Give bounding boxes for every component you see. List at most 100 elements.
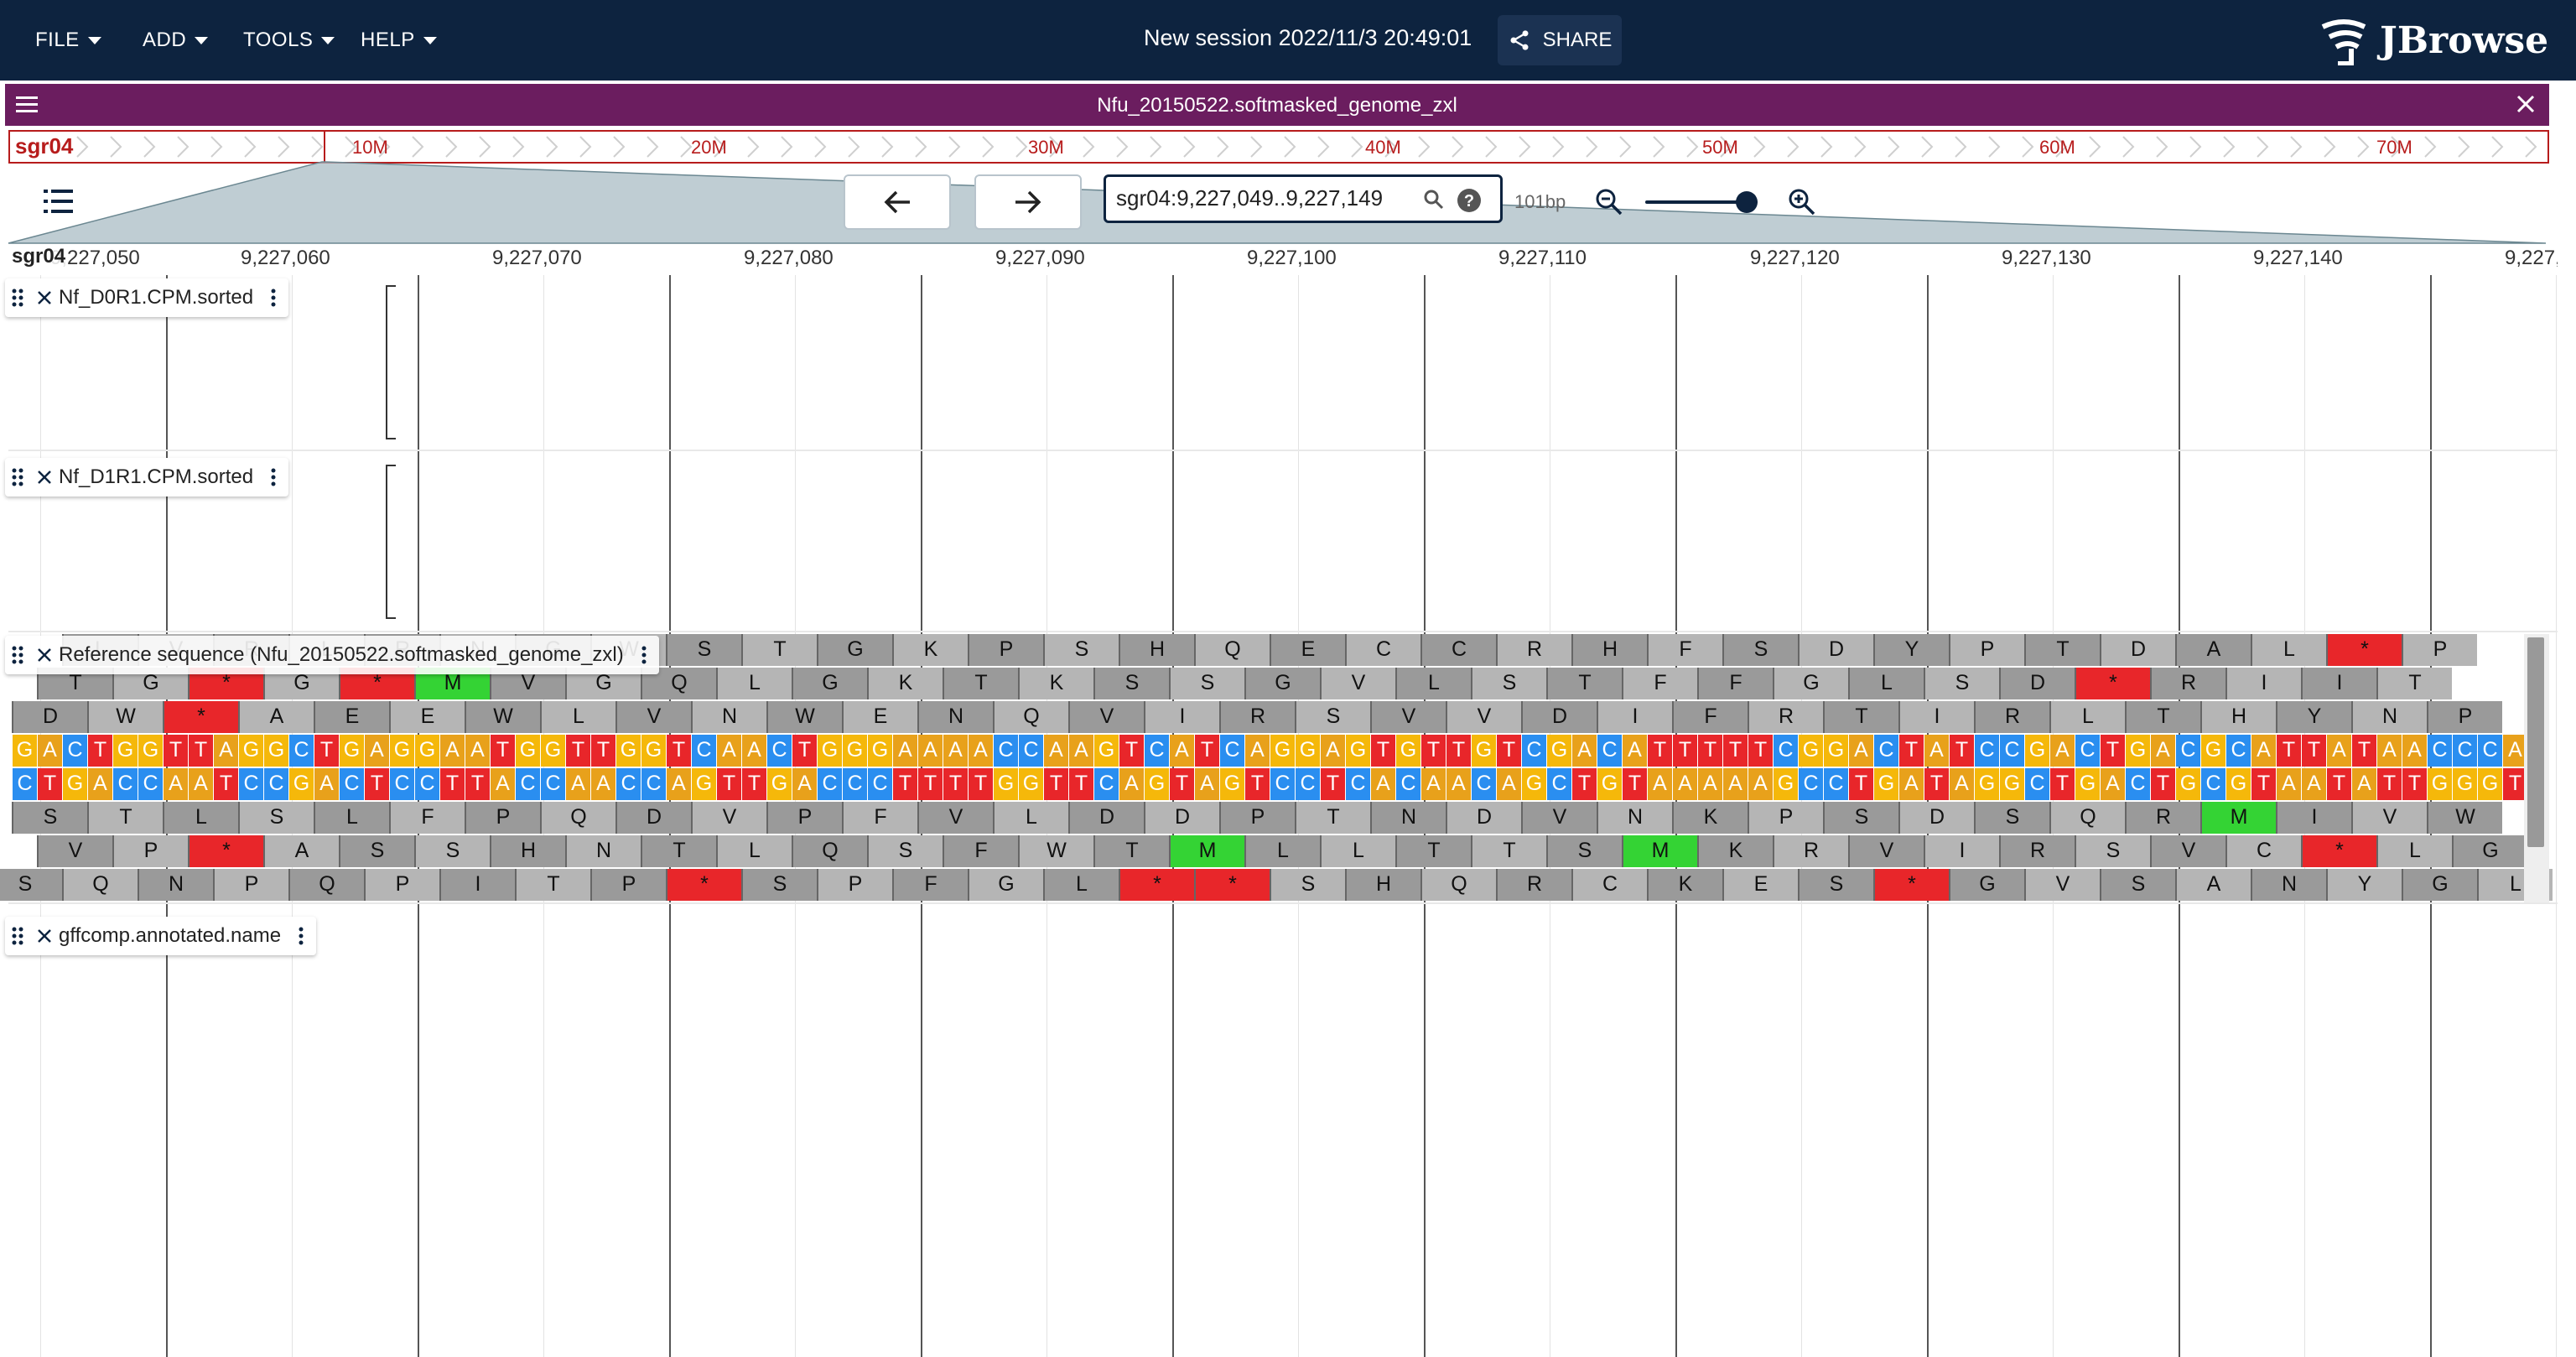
base-cell: C — [1345, 768, 1370, 800]
close-track-icon[interactable] — [30, 469, 59, 486]
base-cell: T — [1244, 768, 1270, 800]
ruler-label: 9,227,070 — [492, 247, 582, 269]
close-track-icon[interactable] — [30, 289, 59, 306]
amino-acid-cell: P — [968, 634, 1043, 666]
base-cell: A — [1748, 768, 1773, 800]
base-cell: C — [2427, 735, 2452, 767]
amino-acid-cell: R — [1496, 634, 1571, 666]
amino-acid-cell: G — [968, 869, 1043, 901]
amino-acid-cell: V — [1370, 701, 1446, 733]
base-cell: T — [1697, 735, 1722, 767]
amino-acid-cell: C — [1420, 634, 1496, 666]
drag-handle-icon[interactable] — [5, 646, 30, 664]
ruler-label: 9,227,080 — [744, 247, 834, 269]
base-cell: T — [2376, 768, 2402, 800]
drag-handle-icon[interactable] — [5, 289, 30, 307]
close-track-icon[interactable] — [30, 928, 59, 944]
base-cell: C — [993, 735, 1018, 767]
base-cell: C — [2225, 735, 2251, 767]
close-track-icon[interactable] — [30, 647, 59, 663]
amino-acid-cell: P — [2427, 701, 2502, 733]
amino-acid-cell: C — [1571, 869, 1647, 901]
amino-acid-cell: N — [2351, 701, 2427, 733]
drag-handle-icon[interactable] — [5, 468, 30, 486]
amino-acid-cell: I — [1898, 701, 1974, 733]
base-cell: C — [62, 735, 87, 767]
track-menu-icon[interactable] — [267, 289, 280, 307]
track-label-d0r1: Nf_D0R1.CPM.sorted — [5, 278, 289, 317]
locstring-search-box[interactable]: ? — [1104, 174, 1503, 223]
base-cell: G — [993, 768, 1018, 800]
track-menu-icon[interactable] — [267, 468, 280, 486]
track-menu-icon[interactable] — [294, 927, 308, 945]
base-cell: T — [2150, 768, 2175, 800]
zoom-out-icon[interactable] — [1595, 188, 1623, 216]
amino-acid-cell: V — [615, 701, 691, 733]
base-cell: A — [87, 768, 112, 800]
amino-acid-cell: S — [12, 802, 87, 834]
base-cell: A — [892, 735, 917, 767]
search-icon[interactable] — [1423, 189, 1445, 211]
base-cell: G — [1546, 735, 1571, 767]
amino-acid-cell: N — [2251, 869, 2326, 901]
base-cell: A — [2251, 735, 2276, 767]
base-cell: T — [892, 768, 917, 800]
amino-acid-cell: S — [1270, 869, 1345, 901]
track-selector-icon[interactable] — [44, 188, 74, 215]
base-cell: G — [691, 768, 716, 800]
amino-acid-cell: S — [0, 869, 62, 901]
amino-acid-cell: V — [1320, 668, 1395, 699]
base-cell: A — [1043, 735, 1068, 767]
pan-left-button[interactable] — [844, 174, 951, 230]
base-cell: A — [1848, 735, 1873, 767]
amino-acid-cell: W — [766, 701, 842, 733]
minor-gridline — [2556, 275, 2557, 1357]
amino-acid-cell: F — [1647, 634, 1722, 666]
base-cell: T — [1320, 768, 1345, 800]
pan-right-button[interactable] — [974, 174, 1082, 230]
ruler-label: 9,227,150 — [2505, 247, 2558, 269]
track-label-gffcomp: gffcomp.annotated.name — [5, 917, 317, 955]
amino-acid-cell: T — [1823, 701, 1898, 733]
base-cell: T — [1672, 735, 1697, 767]
zoom-slider-thumb[interactable] — [1735, 191, 1758, 213]
base-cell: A — [1320, 735, 1345, 767]
base-cell: A — [2301, 768, 2326, 800]
base-cell: A — [2276, 768, 2301, 800]
base-cell: T — [465, 768, 490, 800]
amino-acid-cell: S — [867, 835, 943, 867]
amino-acid-cell: E — [1270, 634, 1345, 666]
sequence-track-scrollbar-thumb[interactable] — [2527, 637, 2544, 847]
base-cell: G — [1873, 768, 1898, 800]
base-cell: C — [238, 768, 263, 800]
amino-acid-cell: P — [112, 835, 188, 867]
base-cell: C — [691, 735, 716, 767]
amino-acid-cell: K — [1647, 869, 1722, 901]
amino-acid-cell: G — [2402, 869, 2477, 901]
base-cell: T — [968, 768, 993, 800]
amino-acid-cell: L — [716, 668, 792, 699]
base-cell: C — [1471, 768, 1496, 800]
base-cell: C — [2075, 735, 2100, 767]
amino-acid-cell: G — [1949, 869, 2024, 901]
start-codon-cell: M — [2200, 802, 2276, 834]
base-cell: T — [1370, 735, 1395, 767]
base-cell: G — [615, 735, 641, 767]
amino-acid-cell: L — [314, 802, 389, 834]
drag-handle-icon[interactable] — [5, 927, 30, 945]
base-cell: T — [943, 768, 968, 800]
help-icon[interactable]: ? — [1457, 188, 1482, 213]
amino-acid-cell: S — [1823, 802, 1898, 834]
base-cell: A — [2402, 735, 2427, 767]
base-cell: C — [641, 768, 666, 800]
base-cell: T — [1496, 735, 1521, 767]
zoom-in-icon[interactable] — [1788, 188, 1816, 216]
amino-acid-cell: R — [2150, 668, 2225, 699]
amino-acid-cell: V — [2150, 835, 2225, 867]
base-cell: C — [1295, 768, 1320, 800]
base-cell: T — [1068, 768, 1093, 800]
amino-acid-cell: E — [389, 701, 465, 733]
track-menu-icon[interactable] — [637, 646, 651, 664]
locstring-input[interactable] — [1116, 185, 1418, 211]
amino-acid-cell: D — [1999, 668, 2075, 699]
